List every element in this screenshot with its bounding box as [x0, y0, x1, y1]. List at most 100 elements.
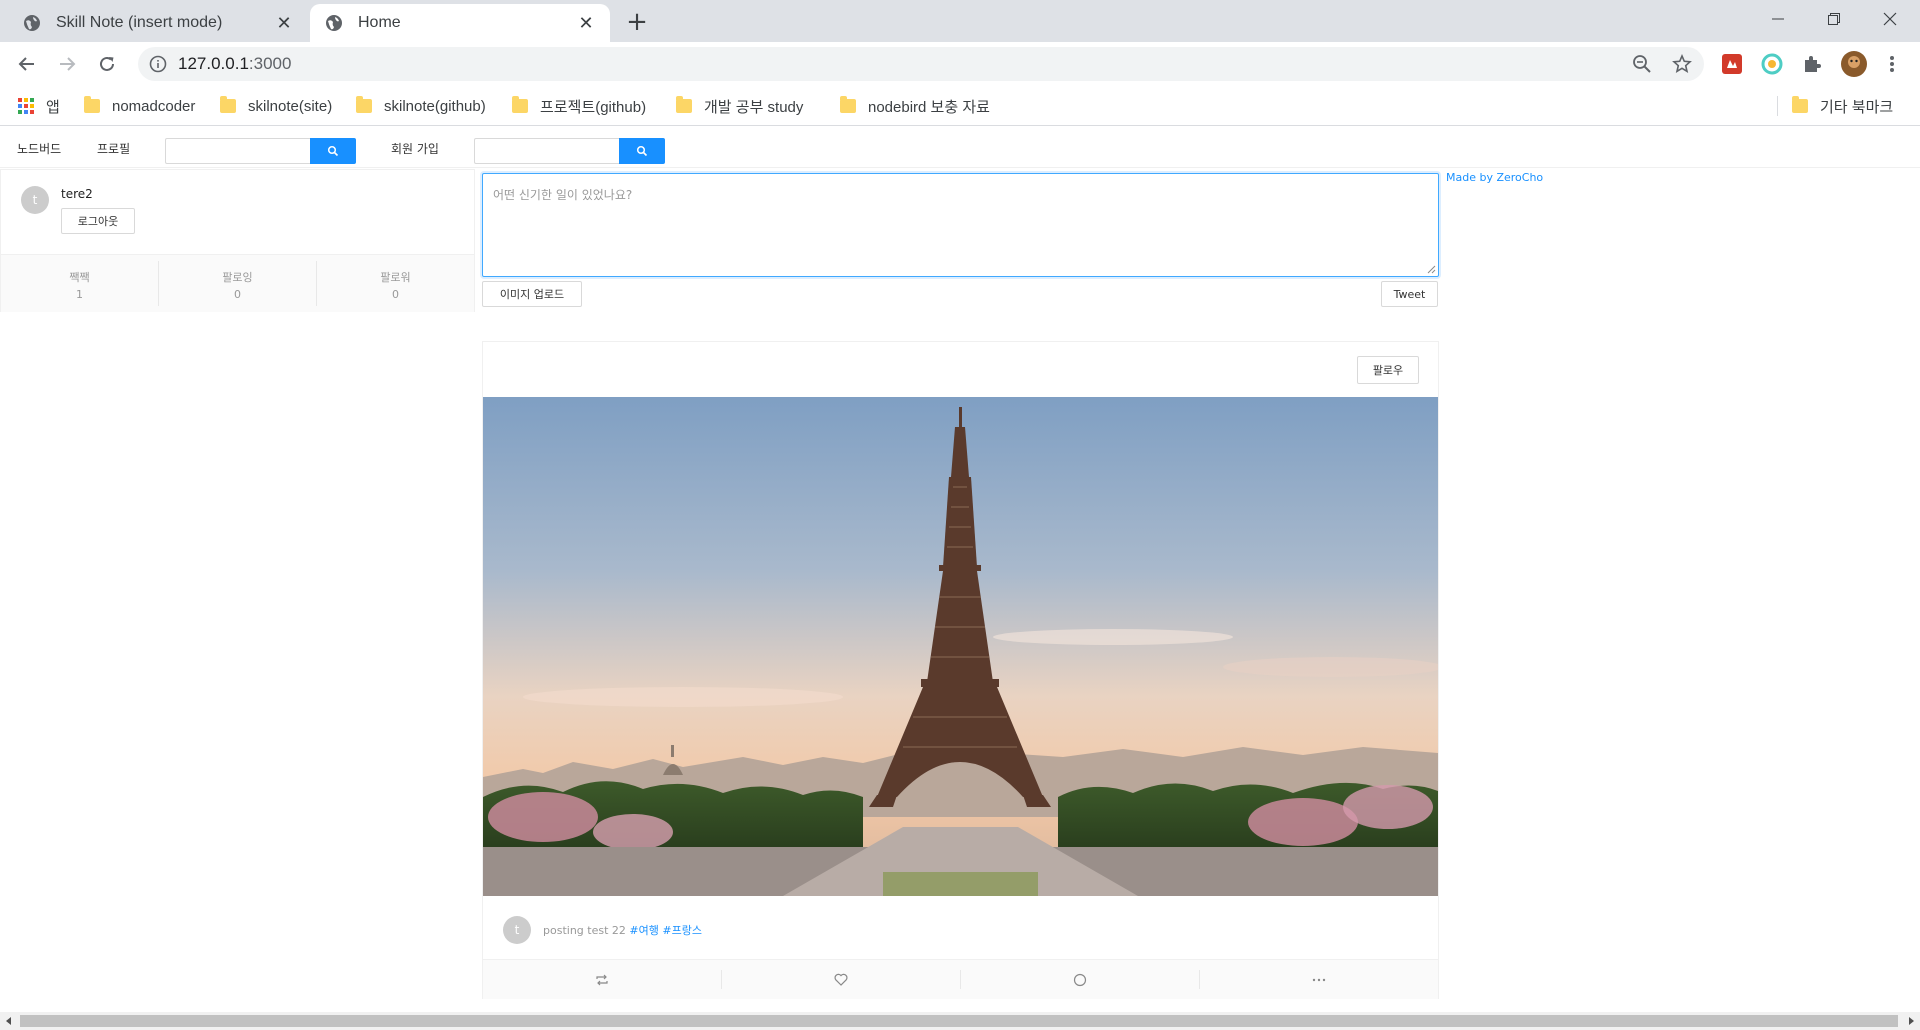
heart-icon [834, 973, 848, 986]
bookmark-apps[interactable]: 앱 [18, 94, 60, 118]
reload-button[interactable] [91, 48, 123, 80]
bookmark-nodebird[interactable]: nodebird 보충 자료 [840, 94, 990, 118]
info-icon[interactable] [148, 54, 168, 74]
puzzle-glyph [1805, 56, 1821, 72]
extension-circle-glyph [1761, 53, 1783, 75]
url-port: :3000 [248, 54, 292, 73]
stat-following[interactable]: 팔로잉 0 [159, 261, 317, 306]
bookmark-nomadcoder[interactable]: nomadcoder [84, 94, 195, 118]
more-button[interactable] [1200, 970, 1438, 989]
bookmark-label: 프로젝트(github) [540, 98, 647, 116]
restore-icon [1828, 13, 1840, 25]
user-profile-card: t tere2 로그아웃 짹짹 1 팔로잉 0 팔로워 0 [0, 169, 475, 312]
eiffel-tower-photo [483, 397, 1438, 896]
bookmark-other[interactable]: 기타 북마크 [1792, 94, 1893, 118]
retweet-button[interactable] [483, 970, 722, 989]
bookmark-label: skilnote(github) [384, 97, 486, 115]
scrollbar-thumb[interactable] [20, 1015, 1898, 1027]
forward-button[interactable] [51, 48, 83, 80]
minimize-icon [1772, 18, 1784, 20]
restore-button[interactable] [1806, 0, 1862, 38]
stat-label: 팔로잉 [222, 271, 253, 284]
horizontal-scrollbar[interactable] [0, 1012, 1920, 1030]
hashtag-link[interactable]: #여행 [629, 924, 658, 937]
ellipsis-icon [1312, 978, 1326, 981]
comment-button[interactable] [961, 970, 1200, 989]
extension-red-icon[interactable] [1720, 52, 1744, 76]
stat-posts[interactable]: 짹짹 1 [1, 261, 159, 306]
folder-icon [1792, 96, 1808, 113]
menu-item-home[interactable]: 노드버드 [17, 140, 61, 157]
bookmark-label: skilnote(site) [248, 97, 333, 115]
stat-followers[interactable]: 팔로워 0 [317, 261, 474, 306]
user-stats: 짹짹 1 팔로잉 0 팔로워 0 [1, 254, 474, 312]
search-input[interactable] [474, 138, 619, 164]
like-button[interactable] [722, 970, 961, 989]
browser-toolbar: 127.0.0.1:3000 [0, 42, 1920, 86]
scroll-right-icon[interactable] [1906, 1016, 1916, 1026]
bookmark-label: 개발 공부 study [704, 98, 804, 116]
browser-tab-skill-note[interactable]: Skill Note (insert mode) ✕ [8, 4, 308, 42]
folder-icon [676, 96, 692, 113]
bookmark-skilnote-github[interactable]: skilnote(github) [356, 94, 486, 118]
menu-item-signup[interactable]: 회원 가입 [391, 140, 439, 157]
profile-avatar-icon[interactable] [1840, 50, 1868, 78]
avatar[interactable]: t [503, 916, 531, 944]
tab-close-icon[interactable]: ✕ [576, 13, 596, 34]
extension-circle-icon[interactable] [1760, 52, 1784, 76]
kebab-glyph [1890, 56, 1894, 72]
folder-icon [84, 96, 100, 113]
folder-icon [840, 96, 856, 113]
resize-grip-icon[interactable] [1426, 264, 1436, 274]
post-textarea[interactable]: 어떤 신기한 일이 있었나요? [482, 173, 1439, 277]
globe-icon [326, 15, 342, 31]
apps-grid-icon [18, 98, 34, 114]
tab-title: Home [358, 14, 401, 31]
comment-icon [1073, 973, 1087, 986]
star-icon[interactable] [1672, 54, 1692, 74]
zoom-icon[interactable] [1632, 54, 1652, 74]
browser-tab-home[interactable]: Home ✕ [310, 4, 610, 42]
menu-kebab-icon[interactable] [1880, 52, 1904, 76]
close-window-button[interactable] [1862, 0, 1918, 38]
folder-icon [220, 96, 236, 113]
bookmark-dev-study[interactable]: 개발 공부 study [676, 94, 803, 118]
search-button[interactable] [619, 138, 665, 164]
search-input[interactable] [165, 138, 310, 164]
address-bar[interactable]: 127.0.0.1:3000 [138, 47, 1704, 81]
post-textarea-placeholder: 어떤 신기한 일이 있었나요? [493, 188, 633, 202]
search-icon [636, 145, 648, 157]
extensions-puzzle-icon[interactable] [1800, 52, 1824, 76]
bookmark-divider [1777, 96, 1778, 116]
reload-icon [100, 56, 114, 71]
bookmarks-bar: 앱 nomadcoder skilnote(site) skilnote(git… [0, 86, 1920, 126]
stat-label: 짹짹 [69, 271, 90, 284]
post-text: posting test 22 [543, 924, 630, 937]
tab-close-icon[interactable]: ✕ [274, 13, 294, 34]
search-box-2 [474, 138, 665, 164]
arrow-right-icon [60, 57, 76, 71]
back-button[interactable] [11, 48, 43, 80]
hashtag-link[interactable]: #프랑스 [662, 924, 702, 937]
tab-title: Skill Note (insert mode) [56, 14, 223, 31]
new-tab-button[interactable]: + [622, 8, 652, 38]
minimize-button[interactable] [1750, 0, 1806, 38]
post-meta: t posting test 22 #여행 #프랑스 [503, 914, 1423, 946]
post-content: posting test 22 #여행 #프랑스 [543, 922, 702, 938]
follow-button[interactable]: 팔로우 [1357, 356, 1419, 384]
menu-item-profile[interactable]: 프로필 [97, 140, 130, 157]
logout-button[interactable]: 로그아웃 [61, 208, 135, 234]
post-image[interactable] [483, 397, 1438, 896]
scroll-left-icon[interactable] [4, 1016, 14, 1026]
image-upload-button[interactable]: 이미지 업로드 [482, 281, 582, 307]
stat-label: 팔로워 [380, 271, 411, 284]
extension-red-glyph [1722, 54, 1742, 74]
search-button[interactable] [310, 138, 356, 164]
top-menu: 노드버드 프로필 회원 가입 [0, 127, 1920, 168]
made-by-link[interactable]: Made by ZeroCho [1446, 171, 1543, 184]
bookmark-skilnote-site[interactable]: skilnote(site) [220, 94, 332, 118]
tweet-button[interactable]: Tweet [1381, 281, 1438, 307]
post-card: 팔로우 t posting test 22 #여행 #프랑스 [482, 341, 1439, 999]
search-box [165, 138, 356, 164]
bookmark-project-github[interactable]: 프로젝트(github) [512, 94, 646, 118]
